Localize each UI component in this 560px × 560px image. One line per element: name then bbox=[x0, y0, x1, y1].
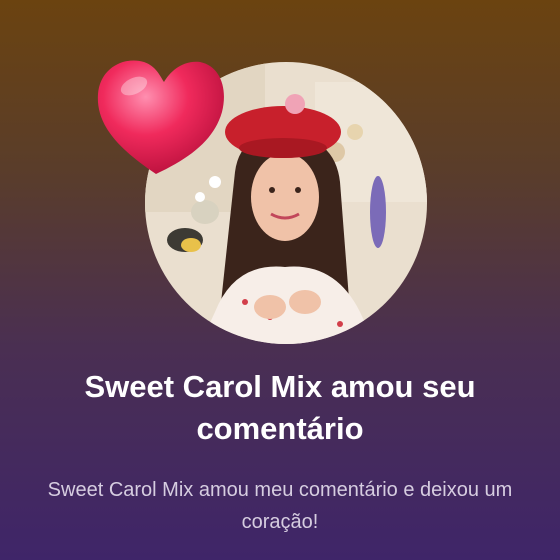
love-notification-card: Sweet Carol Mix amou seu comentário Swee… bbox=[0, 0, 560, 560]
notification-title: Sweet Carol Mix amou seu comentário bbox=[84, 369, 476, 446]
heart-icon bbox=[94, 54, 228, 180]
notification-message: Sweet Carol Mix amou meu comentário e de… bbox=[47, 479, 513, 533]
